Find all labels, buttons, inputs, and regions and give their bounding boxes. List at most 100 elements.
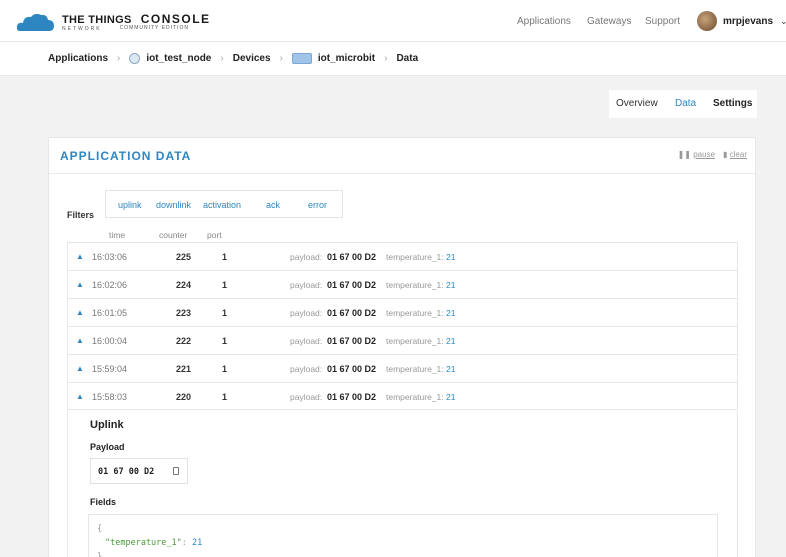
column-header-time: time	[109, 230, 126, 240]
copy-icon[interactable]	[173, 467, 179, 475]
row-time: 16:00:04	[92, 336, 128, 346]
row-payload-label: payload:	[290, 364, 323, 374]
filter-ack[interactable]: ack	[266, 200, 280, 210]
pause-button[interactable]: ❚❚ pause	[678, 150, 715, 159]
row-field-value: 21	[446, 392, 456, 402]
tab-settings[interactable]: Settings	[713, 98, 752, 109]
chevron-right-icon: ›	[117, 53, 121, 64]
user-menu[interactable]: mrpjevans ⌄	[697, 11, 786, 31]
username: mrpjevans	[723, 15, 774, 27]
triangle-up-icon[interactable]: ▲	[76, 336, 84, 345]
table-row-expanded[interactable]: ▲ 15:58:03 220 1 payload: 01 67 00 D2 te…	[67, 382, 738, 410]
breadcrumb-devices[interactable]: Devices	[233, 53, 271, 64]
row-port: 1	[222, 364, 228, 374]
row-time: 15:59:04	[92, 364, 128, 374]
ttn-logo[interactable]: THE THINGS CONSOLE NETWORK COMMUNITY EDI…	[16, 10, 211, 34]
row-field-value: 21	[446, 336, 456, 346]
row-field: temperature_1: 21	[386, 336, 456, 346]
row-field: temperature_1: 21	[386, 308, 456, 318]
chevron-right-icon: ›	[220, 53, 224, 64]
breadcrumb-device[interactable]: iot_microbit	[318, 53, 375, 64]
breadcrumb-applications[interactable]: Applications	[48, 53, 108, 64]
row-time: 15:58:03	[92, 392, 128, 402]
clear-label: clear	[729, 150, 747, 159]
row-counter: 223	[176, 308, 192, 318]
filter-uplink[interactable]: uplink	[118, 200, 142, 210]
row-field: temperature_1: 21	[386, 392, 456, 402]
brand-network: NETWORK	[62, 25, 102, 32]
row-payload-label: payload:	[290, 252, 323, 262]
brand-name: THE THINGS	[62, 13, 132, 26]
row-counter: 225	[176, 252, 192, 262]
json-key: "temperature_1"	[105, 538, 182, 548]
panel-header: APPLICATION DATA ❚❚ pause ▮ clear	[49, 138, 755, 174]
triangle-up-icon[interactable]: ▲	[76, 280, 84, 289]
row-field: temperature_1: 21	[386, 280, 456, 290]
row-payload-label: payload:	[290, 336, 323, 346]
breadcrumb-data: Data	[396, 53, 419, 64]
application-data-panel: APPLICATION DATA ❚❚ pause ▮ clear Filter…	[48, 137, 756, 557]
table-row[interactable]: ▲ 16:02:06 224 1 payload: 01 67 00 D2 te…	[67, 270, 738, 298]
json-colon: :	[181, 538, 193, 548]
row-time: 16:01:05	[92, 308, 128, 318]
data-table: ▲ 16:03:06 225 1 payload: 01 67 00 D2 te…	[67, 242, 738, 410]
table-row[interactable]: ▲ 16:03:06 225 1 payload: 01 67 00 D2 te…	[67, 242, 738, 270]
filter-activation[interactable]: activation	[203, 200, 241, 210]
row-time: 16:03:06	[92, 252, 128, 262]
row-counter: 224	[176, 280, 192, 290]
triangle-up-icon[interactable]: ▲	[76, 392, 84, 401]
brand-product: CONSOLE	[140, 11, 211, 26]
row-field-value: 21	[446, 364, 456, 374]
breadcrumb-app[interactable]: iot_test_node	[146, 53, 211, 64]
payload-hex[interactable]: 01 67 00 D2	[98, 467, 154, 477]
row-payload: 01 67 00 D2	[327, 336, 377, 346]
filter-downlink[interactable]: downlink	[156, 200, 191, 210]
triangle-up-icon[interactable]: ▲	[76, 252, 84, 261]
device-icon	[291, 53, 312, 64]
triangle-up-icon[interactable]: ▲	[76, 364, 84, 373]
row-field-name: temperature_1:	[386, 308, 444, 318]
row-counter: 220	[176, 392, 192, 402]
pause-label: pause	[693, 150, 716, 159]
row-time: 16:02:06	[92, 280, 128, 290]
table-row[interactable]: ▲ 16:00:04 222 1 payload: 01 67 00 D2 te…	[67, 326, 738, 354]
row-field: temperature_1: 21	[386, 364, 456, 374]
nav-applications[interactable]: Applications	[517, 16, 571, 27]
trash-icon: ▮	[723, 150, 728, 159]
table-row[interactable]: ▲ 15:59:04 221 1 payload: 01 67 00 D2 te…	[67, 354, 738, 382]
row-field: temperature_1: 21	[386, 252, 456, 262]
column-header-counter: counter	[159, 230, 188, 240]
row-field-value: 21	[446, 280, 456, 290]
cloud-logo-icon	[16, 13, 54, 31]
payload-title: Payload	[90, 442, 125, 452]
row-port: 1	[222, 392, 228, 402]
tab-data[interactable]: Data	[675, 98, 696, 109]
triangle-up-icon[interactable]: ▲	[76, 308, 84, 317]
filter-error[interactable]: error	[308, 200, 327, 210]
json-value: 21	[192, 538, 203, 548]
panel-title: APPLICATION DATA	[60, 149, 192, 163]
uplink-detail: Uplink Payload 01 67 00 D2 Fields { "tem…	[67, 411, 738, 557]
nav-support[interactable]: Support	[645, 16, 680, 27]
table-row[interactable]: ▲ 16:01:05 223 1 payload: 01 67 00 D2 te…	[67, 298, 738, 326]
row-payload: 01 67 00 D2	[327, 308, 377, 318]
chevron-right-icon: ›	[279, 53, 283, 64]
row-payload-label: payload:	[290, 392, 323, 402]
row-field-name: temperature_1:	[386, 364, 444, 374]
pause-icon: ❚❚	[677, 150, 691, 159]
row-field-name: temperature_1:	[386, 392, 444, 402]
nav-gateways[interactable]: Gateways	[587, 16, 631, 27]
payload-box: 01 67 00 D2	[90, 458, 188, 484]
row-counter: 222	[176, 336, 192, 346]
fields-json[interactable]: { "temperature_1": 21 }	[88, 514, 718, 557]
row-counter: 221	[176, 364, 192, 374]
row-payload-label: payload:	[290, 308, 323, 318]
breadcrumb-bar: Applications › iot_test_node › Devices ›…	[0, 42, 786, 76]
top-navbar: THE THINGS CONSOLE NETWORK COMMUNITY EDI…	[0, 0, 786, 42]
tab-overview[interactable]: Overview	[616, 98, 658, 109]
filter-group: uplink downlink activation ack error	[105, 190, 343, 218]
row-payload: 01 67 00 D2	[327, 392, 377, 402]
avatar	[697, 11, 717, 31]
fields-title: Fields	[90, 497, 117, 507]
clear-button[interactable]: ▮ clear	[723, 150, 747, 159]
